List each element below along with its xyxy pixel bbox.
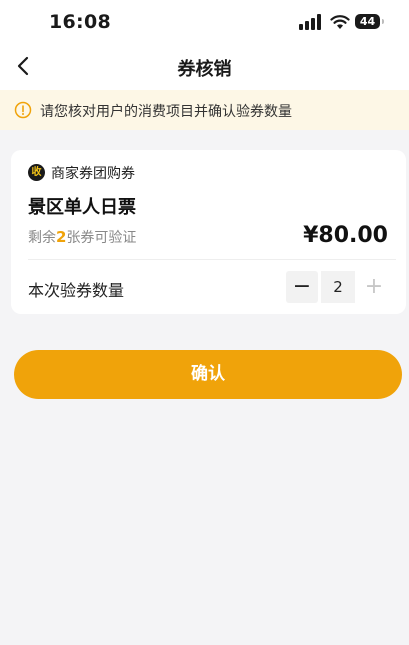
alert-circle-icon — [14, 101, 32, 119]
signal-icon — [299, 14, 321, 30]
battery-icon: 44 — [355, 14, 380, 29]
wifi-icon — [330, 15, 350, 29]
price: ¥80.00 — [303, 223, 388, 248]
quantity-label: 本次验券数量 — [28, 281, 125, 300]
product-name: 景区单人日票 — [28, 197, 136, 218]
battery-cap — [382, 19, 384, 24]
remain-count: 2 — [56, 228, 67, 246]
divider — [28, 259, 396, 260]
remaining-text: 剩余2张券可验证 — [28, 227, 136, 247]
page-title: 券核销 — [177, 59, 232, 80]
remain-prefix: 剩余 — [28, 230, 56, 246]
quantity-value[interactable]: 2 — [321, 271, 355, 303]
voucher-type-label: 商家券团购券 — [51, 166, 135, 182]
confirm-button[interactable]: 确认 — [14, 350, 402, 399]
decrement-button[interactable]: − — [286, 271, 318, 303]
status-bar: 16:08 44 — [0, 0, 409, 44]
nav-bar: 券核销 — [0, 44, 409, 90]
merchant-badge-icon: 收 — [28, 164, 45, 181]
remain-suffix: 张券可验证 — [66, 230, 137, 246]
status-time: 16:08 — [49, 11, 111, 33]
notice-banner: 请您核对用户的消费项目并确认验券数量 — [0, 90, 409, 130]
increment-button[interactable]: + — [358, 271, 390, 303]
notice-text: 请您核对用户的消费项目并确认验券数量 — [40, 104, 292, 120]
voucher-card: 收 商家券团购券 景区单人日票 剩余2张券可验证 ¥80.00 本次验券数量 −… — [11, 150, 406, 314]
